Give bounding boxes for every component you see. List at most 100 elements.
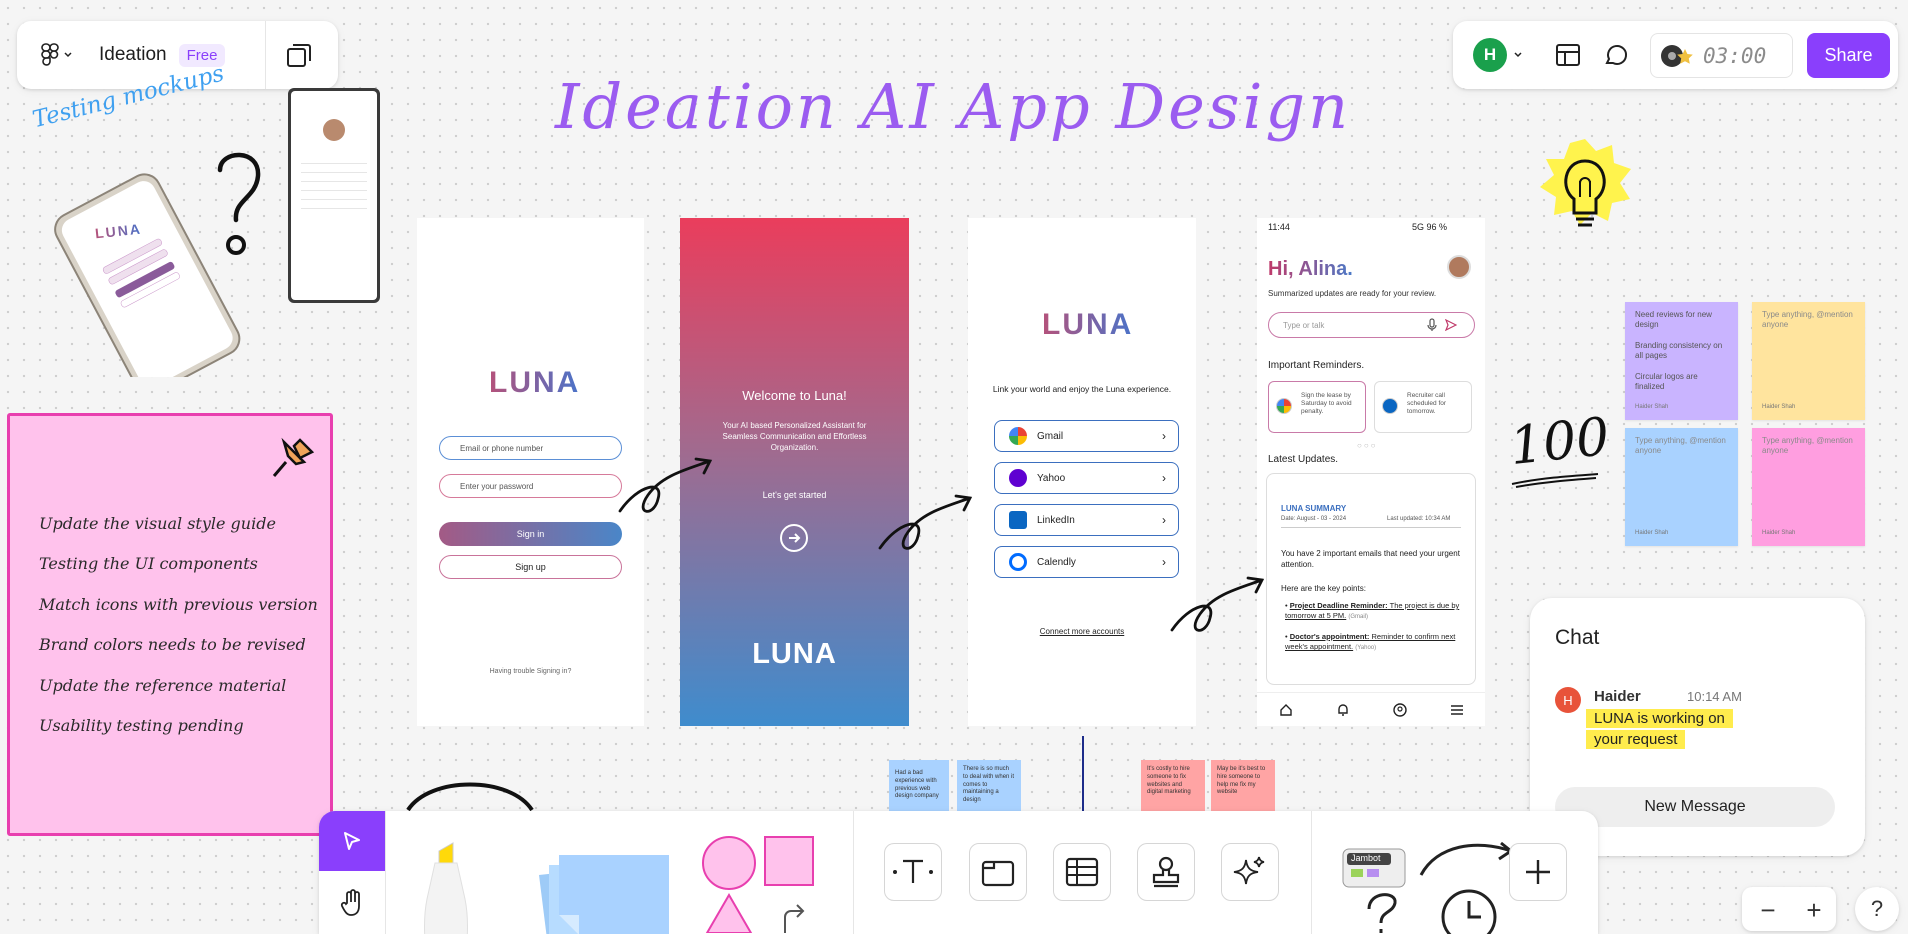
note-item: Brand colors needs to be revised bbox=[39, 635, 306, 654]
jambot-widget[interactable]: Jambot bbox=[1337, 841, 1427, 934]
clock-arrow-icon bbox=[1419, 841, 1514, 934]
note-item: Usability testing pending bbox=[39, 716, 244, 735]
collab-toolbar: H 03:00 Share bbox=[1453, 21, 1898, 89]
profile-phone-mockup[interactable] bbox=[288, 88, 380, 303]
text-tool[interactable] bbox=[884, 843, 942, 901]
chat-timestamp: 10:14 AM bbox=[1687, 689, 1742, 704]
sticky-note[interactable]: It's costly to hire someone to fix websi… bbox=[1141, 760, 1205, 812]
login-screen-frame[interactable]: LUNA Email or phone number Enter your pa… bbox=[417, 218, 644, 726]
key-point: • Doctor's appointment: Reminder to conf… bbox=[1285, 632, 1456, 652]
updates-heading: Latest Updates. bbox=[1268, 454, 1339, 465]
stamp-icon bbox=[1152, 856, 1180, 888]
sticky-text: Need reviews for new design bbox=[1635, 310, 1712, 330]
timer-button[interactable]: 03:00 bbox=[1650, 33, 1793, 78]
password-input[interactable]: Enter your password bbox=[439, 474, 622, 498]
share-button[interactable]: Share bbox=[1807, 33, 1890, 78]
sticky-note-tool[interactable] bbox=[519, 835, 679, 934]
welcome-screen-frame[interactable]: Welcome to Luna! Your AI based Personali… bbox=[680, 218, 909, 726]
templates-button[interactable] bbox=[1555, 43, 1581, 72]
sticky-note[interactable]: May be it's best to hire someone to help… bbox=[1211, 760, 1275, 812]
sticky-note[interactable]: There is so much to deal with when it co… bbox=[957, 760, 1021, 812]
search-input[interactable]: Type or talk bbox=[1268, 312, 1475, 338]
yahoo-button[interactable]: Yahoo › bbox=[994, 462, 1179, 494]
account-label: Gmail bbox=[1037, 430, 1064, 442]
bell-icon[interactable] bbox=[1336, 703, 1350, 717]
mic-icon[interactable] bbox=[1427, 318, 1437, 332]
trouble-link[interactable]: Having trouble Signing in? bbox=[417, 668, 644, 675]
stamp-tool[interactable] bbox=[1137, 843, 1195, 901]
comments-button[interactable] bbox=[1603, 43, 1629, 72]
reminder-card[interactable]: Recruiter call scheduled for tomorrow. bbox=[1374, 381, 1472, 433]
section-tool[interactable] bbox=[969, 843, 1027, 901]
home-screen-frame[interactable]: 11:44 5G 96 % Hi, Alina. Summarized upda… bbox=[1257, 218, 1485, 726]
table-icon bbox=[1065, 857, 1099, 887]
sticky-note[interactable]: Type anything, @mention anyone Haider Sha… bbox=[1625, 428, 1738, 546]
sticky-author: Haider Shah bbox=[1762, 530, 1796, 537]
sticky-note[interactable]: Had a bad experience with previous web d… bbox=[889, 760, 949, 812]
music-timer-icon bbox=[1661, 44, 1693, 67]
ai-tool[interactable] bbox=[1221, 843, 1279, 901]
board-title[interactable]: Ideation AI App Design bbox=[555, 70, 1351, 143]
sticky-note[interactable]: Type anything, @mention anyone Haider Sha… bbox=[1752, 302, 1865, 420]
summary-date: Date: August - 03 - 2024 bbox=[1281, 516, 1347, 522]
key-points-label: Here are the key points: bbox=[1281, 584, 1366, 593]
signup-button[interactable]: Sign up bbox=[439, 555, 622, 579]
menu-icon[interactable] bbox=[1450, 703, 1464, 717]
link-accounts-screen-frame[interactable]: LUNA Link your world and enjoy the Luna … bbox=[968, 218, 1196, 726]
arrow-doodle[interactable] bbox=[618, 455, 714, 521]
summary-card[interactable]: LUNA SUMMARY Date: August - 03 - 2024 La… bbox=[1266, 473, 1476, 685]
pages-button[interactable] bbox=[285, 41, 313, 74]
hand-tool[interactable] bbox=[319, 871, 385, 934]
connect-more-link[interactable]: Connect more accounts bbox=[968, 627, 1196, 636]
arrow-right-icon bbox=[789, 533, 801, 543]
zoom-out-button[interactable]: − bbox=[1746, 890, 1790, 930]
file-name[interactable]: Ideation bbox=[99, 44, 167, 66]
reminder-card[interactable]: Sign the lease by Saturday to avoid pena… bbox=[1268, 381, 1366, 433]
cursor-icon bbox=[344, 832, 360, 850]
carousel-dots[interactable]: ○○○ bbox=[1357, 441, 1378, 450]
send-icon[interactable] bbox=[1445, 319, 1457, 331]
signin-button[interactable]: Sign in bbox=[439, 522, 622, 546]
key-point-source: (Gmail) bbox=[1348, 614, 1369, 621]
zoom-in-button[interactable]: + bbox=[1792, 890, 1836, 930]
more-tools-button[interactable] bbox=[1509, 843, 1567, 901]
arrow-doodle[interactable] bbox=[878, 492, 974, 558]
phone-mockup-image bbox=[54, 173, 241, 395]
get-started-button[interactable] bbox=[780, 524, 808, 552]
linkedin-button[interactable]: LinkedIn › bbox=[994, 504, 1179, 536]
timer-widget[interactable] bbox=[1417, 835, 1517, 934]
user-menu[interactable]: H bbox=[1473, 38, 1523, 72]
pages-icon bbox=[287, 44, 311, 67]
help-button[interactable]: ? bbox=[1855, 887, 1899, 931]
welcome-title: Welcome to Luna! bbox=[742, 388, 847, 403]
sticky-author: Haider Shah bbox=[1635, 404, 1669, 411]
gmail-button[interactable]: Gmail › bbox=[994, 420, 1179, 452]
key-point: • Project Deadline Reminder: The project… bbox=[1285, 601, 1460, 621]
arrow-doodle[interactable] bbox=[1170, 574, 1266, 640]
phone-mockup-tilted[interactable]: LUNA bbox=[33, 172, 243, 395]
calendly-button[interactable]: Calendly › bbox=[994, 546, 1179, 578]
sticky-note[interactable]: Need reviews for new design Branding cons… bbox=[1625, 302, 1738, 420]
main-menu-button[interactable] bbox=[27, 43, 87, 67]
circle-doodle bbox=[406, 782, 534, 812]
profile-icon[interactable] bbox=[1392, 702, 1407, 717]
home-icon[interactable] bbox=[1279, 703, 1293, 717]
welcome-logo: LUNA bbox=[752, 638, 837, 670]
avatar[interactable] bbox=[1447, 255, 1471, 279]
reminder-text: Sign the lease by Saturday to avoid pena… bbox=[1301, 392, 1352, 416]
shapes-tool[interactable] bbox=[699, 833, 819, 934]
divider bbox=[853, 811, 854, 934]
pink-sticky-note[interactable]: Update the visual style guide Testing th… bbox=[7, 413, 333, 836]
table-tool[interactable] bbox=[1053, 843, 1111, 901]
marker-tool[interactable] bbox=[419, 839, 479, 934]
email-input[interactable]: Email or phone number bbox=[439, 436, 622, 460]
calendly-icon bbox=[1009, 553, 1027, 571]
bottom-nav bbox=[1257, 692, 1485, 726]
chevron-right-icon: › bbox=[1162, 471, 1166, 485]
question-mark-icon bbox=[217, 152, 261, 255]
lightbulb-sticker[interactable] bbox=[1536, 137, 1634, 242]
select-tool[interactable] bbox=[319, 811, 385, 871]
sticky-note[interactable]: Type anything, @mention anyone Haider Sha… bbox=[1752, 428, 1865, 546]
hundred-doodle[interactable]: 100 bbox=[1507, 407, 1612, 477]
question-mark-doodle[interactable] bbox=[214, 148, 264, 265]
